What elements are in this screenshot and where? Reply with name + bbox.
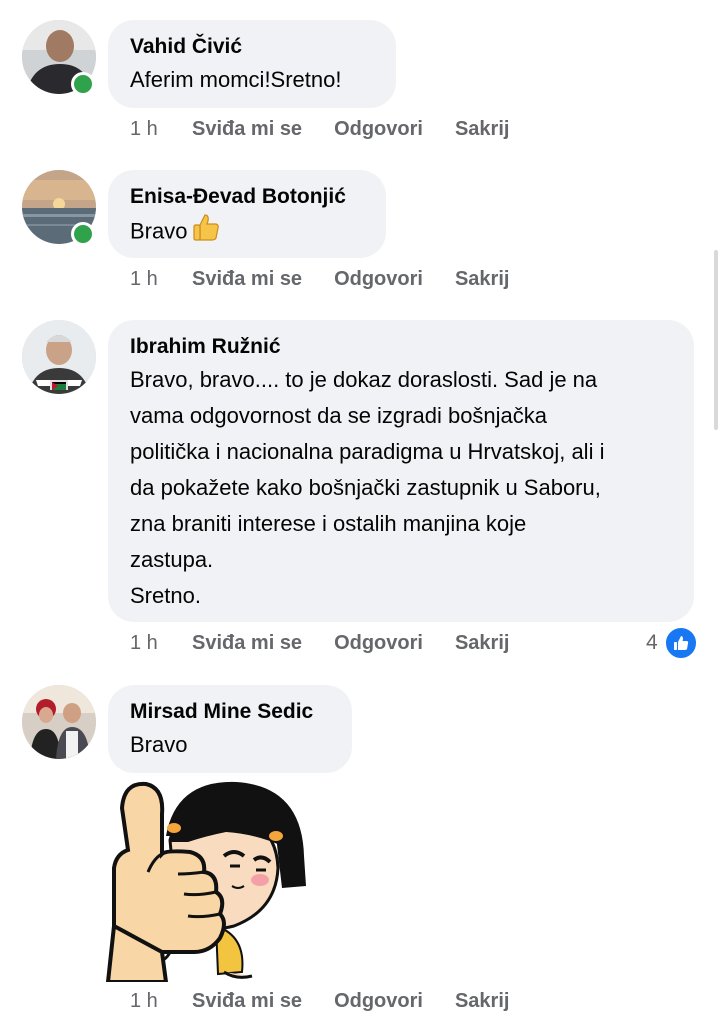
like-button[interactable]: Sviđa mi se: [192, 990, 302, 1013]
avatar[interactable]: [22, 320, 96, 394]
reply-button[interactable]: Odgovori: [334, 632, 423, 655]
thumbs-up-sticker[interactable]: [105, 776, 316, 984]
reply-button[interactable]: Odgovori: [334, 268, 423, 291]
comment-timestamp[interactable]: 1 h: [130, 268, 192, 291]
like-button[interactable]: Sviđa mi se: [192, 632, 302, 655]
comment-bubble: Mirsad Mine Sedic Bravo: [108, 685, 352, 773]
comment-author[interactable]: Mirsad Mine Sedic: [130, 697, 330, 727]
comment-text: Bravo: [130, 212, 364, 253]
hide-button[interactable]: Sakrij: [455, 990, 509, 1013]
like-reaction-icon: [663, 626, 698, 660]
comment-bubble: Enisa-Đevad Botonjić Bravo: [108, 170, 386, 258]
comment-author[interactable]: Enisa-Đevad Botonjić: [130, 182, 364, 212]
hide-button[interactable]: Sakrij: [455, 632, 509, 655]
comment-actions: 1 h Sviđa mi se Odgovori Sakrij: [130, 268, 541, 291]
hide-button[interactable]: Sakrij: [455, 118, 509, 141]
comment-author[interactable]: Vahid Čivić: [130, 32, 374, 62]
like-button[interactable]: Sviđa mi se: [192, 268, 302, 291]
comment-text: Bravo: [130, 732, 188, 757]
like-button[interactable]: Sviđa mi se: [192, 118, 302, 141]
hide-button[interactable]: Sakrij: [455, 268, 509, 291]
comment-timestamp[interactable]: 1 h: [130, 118, 192, 141]
comment-bubble: Ibrahim Ružnić Bravo, bravo.... to je do…: [108, 320, 694, 622]
comment-actions: 1 h Sviđa mi se Odgovori Sakrij: [130, 990, 541, 1013]
reaction-count-number: 4: [646, 631, 658, 654]
comment-text: Aferim momci!Sretno!: [130, 67, 342, 92]
comment-actions: 1 h Sviđa mi se Odgovori Sakrij: [130, 632, 541, 655]
online-status-icon: [71, 72, 95, 96]
reply-button[interactable]: Odgovori: [334, 118, 423, 141]
reply-button[interactable]: Odgovori: [334, 990, 423, 1013]
comment-bubble: Vahid Čivić Aferim momci!Sretno!: [108, 20, 396, 108]
online-status-icon: [71, 222, 95, 246]
comment-timestamp[interactable]: 1 h: [130, 632, 192, 655]
thumbs-up-emoji-icon: [191, 212, 221, 253]
comment-actions: 1 h Sviđa mi se Odgovori Sakrij: [130, 118, 541, 141]
comment-author[interactable]: Ibrahim Ružnić: [130, 332, 672, 362]
comment-timestamp[interactable]: 1 h: [130, 990, 192, 1013]
comment-text: Bravo, bravo.... to je dokaz doraslosti.…: [130, 367, 605, 608]
avatar[interactable]: [22, 685, 96, 759]
scrollbar[interactable]: [714, 250, 718, 430]
reaction-count[interactable]: 4: [646, 626, 698, 660]
